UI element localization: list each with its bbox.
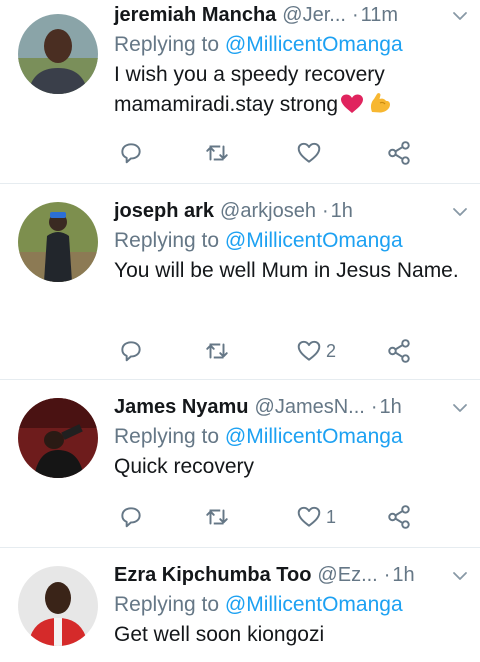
avatar[interactable] <box>18 14 98 94</box>
author-name[interactable]: joseph ark <box>114 200 214 223</box>
tweet[interactable]: James Nyamu @JamesN... · 1h Replying to … <box>0 380 480 548</box>
replying-label: Replying to <box>114 229 220 252</box>
mention-link[interactable]: @MillicentOmanga <box>225 425 403 448</box>
reply-icon <box>121 143 141 164</box>
separator-dot: · <box>351 3 359 26</box>
separator-dot: · <box>383 563 391 586</box>
share-button[interactable] <box>386 336 412 366</box>
reply-icon <box>121 507 141 528</box>
replying-to-line: Replying to @MillicentOmanga <box>114 422 468 452</box>
like-icon <box>297 506 321 527</box>
retweet-button[interactable] <box>204 138 230 168</box>
tweet-text: Quick recovery <box>114 455 255 478</box>
share-icon <box>388 339 410 363</box>
reply-feed: jeremiah Mancha @Jer... · 11m Replying t… <box>0 0 480 662</box>
replying-to-line: Replying to @MillicentOmanga <box>114 590 468 620</box>
author-name[interactable]: James Nyamu <box>114 396 249 419</box>
tweet-actions: 2 <box>114 336 414 366</box>
tweet-text: You will be well Mum in Jesus Name. <box>114 259 459 282</box>
mention-link[interactable]: @MillicentOmanga <box>225 33 403 56</box>
reply-button[interactable] <box>118 138 144 168</box>
separator-dot: · <box>321 199 329 222</box>
muscle-emoji <box>368 91 392 124</box>
like-icon <box>297 142 321 163</box>
author-handle[interactable]: @JamesN... <box>255 396 365 419</box>
chevron-down-icon[interactable] <box>450 566 470 586</box>
like-button[interactable] <box>296 138 322 168</box>
replying-label: Replying to <box>114 33 220 56</box>
tweet-text: I wish you a speedy recovery mamamiradi.… <box>114 60 468 124</box>
timestamp[interactable]: 1h <box>380 396 402 419</box>
author-handle[interactable]: @Jer... <box>282 4 346 27</box>
timestamp[interactable]: 1h <box>392 564 414 587</box>
separator-dot: · <box>370 395 378 418</box>
timestamp[interactable]: 1h <box>331 200 353 223</box>
like-button[interactable]: 1 <box>296 502 336 532</box>
like-count: 1 <box>326 506 337 527</box>
chevron-down-icon[interactable] <box>450 398 470 418</box>
reply-icon <box>121 341 141 362</box>
like-icon <box>297 340 321 361</box>
share-icon <box>388 141 410 165</box>
retweet-icon <box>206 145 228 161</box>
tweet[interactable]: Ezra Kipchumba Too @Ez... · 1h Replying … <box>0 548 480 662</box>
replying-to-line: Replying to @MillicentOmanga <box>114 30 468 60</box>
retweet-button[interactable] <box>204 502 230 532</box>
replying-to-line: Replying to @MillicentOmanga <box>114 226 468 256</box>
heart-emoji <box>340 93 364 123</box>
replying-label: Replying to <box>114 425 220 448</box>
share-button[interactable] <box>386 138 412 168</box>
author-handle[interactable]: @Ez... <box>317 564 377 587</box>
retweet-icon <box>206 509 228 525</box>
avatar[interactable] <box>18 398 98 478</box>
mention-link[interactable]: @MillicentOmanga <box>225 593 403 616</box>
author-name[interactable]: jeremiah Mancha <box>114 4 276 27</box>
retweet-icon <box>206 343 228 359</box>
like-button[interactable]: 2 <box>296 336 336 366</box>
author-handle[interactable]: @arkjoseh <box>220 200 316 223</box>
tweet[interactable]: joseph ark @arkjoseh · 1h Replying to @M… <box>0 184 480 380</box>
author-name[interactable]: Ezra Kipchumba Too <box>114 564 311 587</box>
chevron-down-icon[interactable] <box>450 202 470 222</box>
replying-label: Replying to <box>114 593 220 616</box>
mention-link[interactable]: @MillicentOmanga <box>225 229 403 252</box>
chevron-down-icon[interactable] <box>450 6 470 26</box>
avatar[interactable] <box>18 566 98 646</box>
timestamp[interactable]: 11m <box>361 4 398 27</box>
tweet[interactable]: jeremiah Mancha @Jer... · 11m Replying t… <box>0 0 480 184</box>
share-button[interactable] <box>386 502 412 532</box>
retweet-button[interactable] <box>204 336 230 366</box>
tweet-actions: 1 <box>114 502 414 532</box>
like-count: 2 <box>326 340 337 361</box>
reply-button[interactable] <box>118 502 144 532</box>
tweet-actions <box>114 138 414 168</box>
reply-button[interactable] <box>118 336 144 366</box>
avatar[interactable] <box>18 202 98 282</box>
tweet-text: Get well soon kiongozi <box>114 623 325 646</box>
share-icon <box>388 505 410 529</box>
